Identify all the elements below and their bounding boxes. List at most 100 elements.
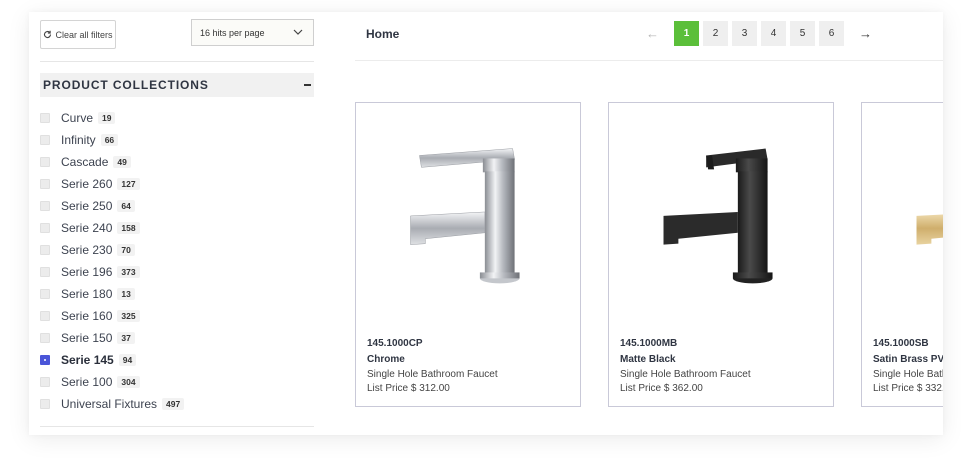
product-sku: 145.1000CP <box>367 338 423 349</box>
count-badge: 37 <box>117 332 135 344</box>
hits-per-page-select[interactable]: 16 hits per page <box>191 19 314 46</box>
count-badge: 66 <box>100 134 119 146</box>
checkbox[interactable] <box>40 135 50 145</box>
collection-item[interactable]: Serie 180 13 <box>40 283 184 305</box>
count-badge: 49 <box>113 156 131 168</box>
collection-item[interactable]: Infinity 66 <box>40 129 184 151</box>
faucet-image <box>916 214 943 245</box>
prev-page-arrow-icon[interactable]: ← <box>640 21 665 46</box>
checkbox[interactable] <box>40 223 50 233</box>
checkbox[interactable] <box>40 333 50 343</box>
collection-name: Serie 196 <box>61 265 113 279</box>
checkbox[interactable] <box>40 377 50 387</box>
count-badge: 94 <box>118 354 137 366</box>
page-6-button[interactable]: 6 <box>819 21 844 46</box>
count-badge: 158 <box>117 222 140 234</box>
collection-name: Serie 180 <box>61 287 113 301</box>
count-badge: 304 <box>117 376 140 388</box>
faucet-image <box>663 148 773 284</box>
collections-header[interactable]: PRODUCT COLLECTIONS <box>40 73 314 97</box>
checkbox[interactable] <box>40 267 50 277</box>
divider <box>40 426 314 427</box>
checkbox[interactable] <box>40 179 50 189</box>
checkbox[interactable] <box>40 245 50 255</box>
checkbox[interactable] <box>40 399 50 409</box>
collection-item[interactable]: Serie 160 325 <box>40 305 184 327</box>
page-2-button[interactable]: 2 <box>703 21 728 46</box>
product-card[interactable]: 145.1000SB Satin Brass PVD Single Hole B… <box>861 102 943 407</box>
collection-item-selected[interactable]: Serie 145 94 <box>40 349 184 371</box>
collection-item[interactable]: Serie 260 127 <box>40 173 184 195</box>
product-description: Single Hole Bathroom Faucet <box>873 369 943 380</box>
collection-item[interactable]: Serie 100 304 <box>40 371 184 393</box>
page-5-button[interactable]: 5 <box>790 21 815 46</box>
collection-name: Serie 250 <box>61 199 113 213</box>
product-card[interactable]: 145.1000CP Chrome Single Hole Bathroom F… <box>355 102 581 407</box>
refresh-icon <box>44 30 52 39</box>
product-sku: 145.1000SB <box>873 338 929 349</box>
checkbox[interactable] <box>40 311 50 321</box>
hits-per-page-value: 16 hits per page <box>200 27 265 38</box>
product-description: Single Hole Bathroom Faucet <box>620 369 751 380</box>
collections-list: Curve 19 Infinity 66 Cascade 49 Serie 260 12… <box>40 107 185 415</box>
collection-name: Universal Fixtures <box>61 397 158 411</box>
collection-name: Serie 145 <box>61 353 114 367</box>
collection-name: Serie 230 <box>61 243 113 257</box>
checkbox[interactable] <box>40 201 50 211</box>
divider <box>355 60 943 61</box>
checkbox[interactable] <box>40 289 50 299</box>
product-card[interactable]: 145.1000MB Matte Black Single Hole Bathr… <box>608 102 834 407</box>
checkbox-checked[interactable] <box>40 355 50 365</box>
collection-item[interactable]: Serie 240 158 <box>40 217 184 239</box>
product-description: Single Hole Bathroom Faucet <box>367 369 498 380</box>
product-sku: 145.1000MB <box>620 338 678 349</box>
divider <box>40 61 314 62</box>
count-badge: 325 <box>117 310 140 322</box>
product-price: List Price $ 332.00 <box>873 383 943 394</box>
count-badge: 19 <box>98 112 116 124</box>
collection-name: Serie 240 <box>61 221 113 235</box>
collection-name: Serie 100 <box>61 375 113 389</box>
count-badge: 70 <box>117 244 135 256</box>
faucet-image <box>410 148 520 284</box>
collection-name: Infinity <box>61 133 96 147</box>
breadcrumb-home[interactable]: Home <box>366 27 399 41</box>
collection-item[interactable]: Universal Fixtures 497 <box>40 393 185 415</box>
product-price: List Price $ 312.00 <box>367 383 450 394</box>
collection-item[interactable]: Serie 230 70 <box>40 239 184 261</box>
page-4-button[interactable]: 4 <box>761 21 786 46</box>
collection-name: Serie 150 <box>61 331 113 345</box>
collection-name: Serie 160 <box>61 309 113 323</box>
product-finish: Matte Black <box>620 354 676 365</box>
chevron-down-icon <box>293 29 303 35</box>
filter-sidebar: Clear all filters 16 hits per page PRODU… <box>29 12 325 435</box>
collection-item[interactable]: Serie 150 37 <box>40 327 184 349</box>
collection-item[interactable]: Serie 250 64 <box>40 195 184 217</box>
checkbox[interactable] <box>40 113 50 123</box>
page-frame: Clear all filters 16 hits per page PRODU… <box>29 12 943 435</box>
pagination: ← 1 2 3 4 5 6 → <box>640 21 878 46</box>
count-badge: 127 <box>117 178 140 190</box>
count-badge: 13 <box>117 288 135 300</box>
collection-item[interactable]: Cascade 49 <box>40 151 184 173</box>
next-page-arrow-icon[interactable]: → <box>853 21 878 46</box>
collection-name: Curve <box>61 111 94 125</box>
page-1-button[interactable]: 1 <box>674 21 699 46</box>
product-price: List Price $ 362.00 <box>620 383 703 394</box>
page-3-button[interactable]: 3 <box>732 21 757 46</box>
count-badge: 373 <box>117 266 140 278</box>
collapse-icon[interactable] <box>304 84 311 86</box>
collection-name: Cascade <box>61 155 109 169</box>
breadcrumb[interactable]: Home <box>366 27 399 41</box>
clear-filters-label: Clear all filters <box>55 29 113 40</box>
clear-filters-button[interactable]: Clear all filters <box>40 20 116 49</box>
count-badge: 64 <box>117 200 135 212</box>
product-finish: Chrome <box>367 354 405 365</box>
count-badge: 497 <box>162 398 185 410</box>
collection-item[interactable]: Curve 19 <box>40 107 184 129</box>
collections-title: PRODUCT COLLECTIONS <box>43 78 209 92</box>
collection-name: Serie 260 <box>61 177 113 191</box>
checkbox[interactable] <box>40 157 50 167</box>
product-finish: Satin Brass PVD <box>873 354 943 365</box>
collection-item[interactable]: Serie 196 373 <box>40 261 184 283</box>
